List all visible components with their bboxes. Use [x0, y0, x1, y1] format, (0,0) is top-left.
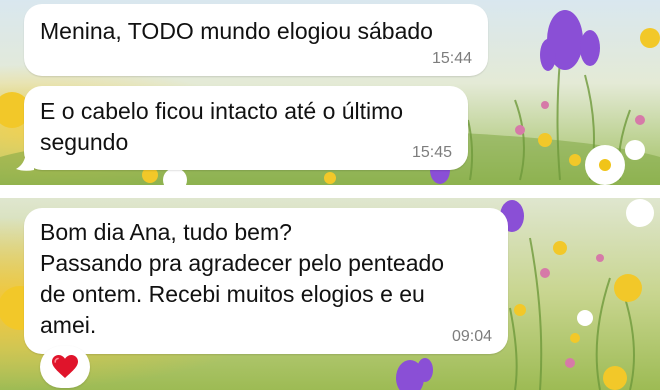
message-text: Menina, TODO mundo elogiou sábado [40, 18, 433, 44]
chat-panel-bottom: Bom dia Ana, tudo bem? Passando pra agra… [0, 198, 660, 390]
message-timestamp: 09:04 [451, 328, 492, 345]
panel-divider [0, 185, 660, 198]
bubble-tail [16, 152, 34, 171]
red-heart-icon [52, 355, 78, 378]
message-bubble[interactable]: E o cabelo ficou intacto até o último se… [24, 86, 468, 170]
message-reaction[interactable] [40, 346, 90, 388]
message-text: Bom dia Ana, tudo bem? Passando pra agra… [40, 219, 445, 338]
chat-panel-top: Menina, TODO mundo elogiou sábado 15:44 … [0, 0, 660, 185]
message-timestamp: 15:45 [411, 144, 452, 161]
message-bubble[interactable]: Bom dia Ana, tudo bem? Passando pra agra… [24, 208, 508, 354]
message-text: E o cabelo ficou intacto até o último se… [40, 98, 404, 155]
message-timestamp: 15:44 [431, 50, 472, 67]
message-bubble[interactable]: Menina, TODO mundo elogiou sábado 15:44 [24, 4, 488, 76]
